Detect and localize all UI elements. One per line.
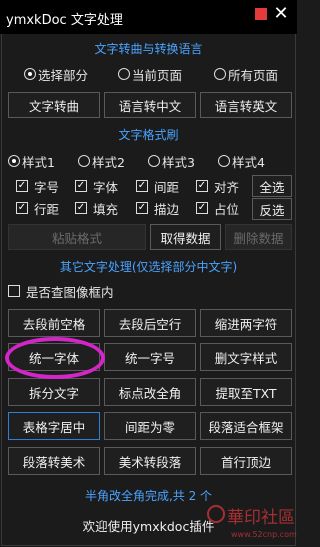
check-alignment[interactable]: ✓ 对齐: [196, 177, 239, 195]
punctuation-to-fullwidth-button[interactable]: 标点改全角: [104, 378, 196, 406]
radio-label: 样式1: [22, 154, 55, 170]
select-all-button[interactable]: 全选: [252, 175, 292, 197]
paragraph-to-artistic-button[interactable]: 段落转美术: [8, 447, 100, 475]
result-message: 半角改全角完成,共 2 个: [84, 489, 213, 503]
check-label: 行距: [34, 201, 60, 217]
radio-label: 所有页面: [228, 67, 279, 83]
radio-style-1[interactable]: 样式1: [8, 152, 55, 170]
check-placeholder[interactable]: ✓ 占位: [196, 199, 239, 217]
delete-text-style-button[interactable]: 删文字样式: [200, 343, 292, 371]
check-font-size[interactable]: ✓ 字号: [16, 177, 59, 195]
artistic-to-paragraph-button[interactable]: 美术转段落: [104, 447, 196, 475]
fit-paragraph-to-frame-button[interactable]: 段落适合框架: [200, 412, 292, 440]
section-translate-title: 文字转曲与转换语言: [94, 42, 203, 56]
check-fill[interactable]: ✓ 填充: [75, 199, 118, 217]
check-font-family[interactable]: ✓ 字体: [75, 177, 118, 195]
close-icon[interactable]: ✕: [271, 4, 291, 24]
pin-icon[interactable]: [255, 8, 267, 20]
unify-font-button[interactable]: 统一字体: [8, 343, 100, 371]
radio-label: 当前页面: [132, 67, 183, 83]
check-label: 是否查图像框内: [26, 284, 114, 300]
check-label: 字号: [34, 179, 60, 195]
checkbox-check-icon: ✓: [136, 180, 148, 192]
radio-label: 样式2: [92, 154, 125, 170]
invert-select-button[interactable]: 反选: [252, 198, 292, 220]
radio-dot-icon: [118, 68, 130, 80]
radio-style-4[interactable]: 样式4: [218, 152, 265, 170]
split-text-button[interactable]: 拆分文字: [8, 378, 100, 406]
zero-spacing-button[interactable]: 间距为零: [104, 412, 196, 440]
checkbox-check-icon: ✓: [196, 202, 208, 214]
checkbox-check-icon: ✓: [136, 202, 148, 214]
radio-label: 样式4: [232, 154, 265, 170]
check-image-frame[interactable]: 是否查图像框内: [8, 282, 114, 300]
watermark-seal-icon: [207, 505, 225, 523]
window-title: ymxkDoc 文字处理: [6, 13, 123, 28]
watermark-logo: 華印社區 www.52cnp.com: [205, 503, 297, 545]
extract-to-txt-button[interactable]: 提取至TXT: [200, 378, 292, 406]
watermark-text: 華印社區: [227, 508, 295, 528]
delete-data-button[interactable]: 删除数据: [225, 224, 292, 250]
checkbox-empty-icon: [8, 285, 20, 297]
title-bar: ymxkDoc 文字处理 ✕: [0, 0, 297, 34]
translate-to-english-button[interactable]: 语言转英文: [200, 92, 292, 118]
radio-style-3[interactable]: 样式3: [148, 152, 195, 170]
check-label: 间距: [154, 179, 180, 195]
radio-dot-icon: [148, 155, 160, 167]
radio-scope-selection[interactable]: 选择部分: [24, 65, 88, 83]
radio-scope-current-page[interactable]: 当前页面: [118, 65, 182, 83]
check-label: 字体: [93, 179, 119, 195]
check-spacing[interactable]: ✓ 间距: [136, 177, 179, 195]
remove-leading-space-button[interactable]: 去段前空格: [8, 309, 100, 337]
section-other-title: 其它文字处理(仅选择部分中文字): [59, 260, 238, 274]
check-label: 描边: [154, 201, 180, 217]
radio-dot-icon: [78, 155, 90, 167]
check-label: 填充: [93, 201, 119, 217]
checkbox-check-icon: ✓: [75, 202, 87, 214]
check-label: 占位: [214, 201, 240, 217]
radio-label: 样式3: [162, 154, 195, 170]
checkbox-check-icon: ✓: [16, 202, 28, 214]
check-label: 对齐: [214, 179, 240, 195]
unify-font-size-button[interactable]: 统一字号: [104, 343, 196, 371]
watermark-url: www.52cnp.com: [231, 530, 297, 539]
remove-trailing-blank-line-button[interactable]: 去段后空行: [104, 309, 196, 337]
radio-scope-all-pages[interactable]: 所有页面: [214, 65, 278, 83]
checkbox-check-icon: ✓: [196, 180, 208, 192]
check-line-spacing[interactable]: ✓ 行距: [16, 199, 59, 217]
checkbox-check-icon: ✓: [75, 180, 87, 192]
first-line-top-button[interactable]: 首行顶边: [200, 447, 292, 475]
checkbox-check-icon: ✓: [16, 180, 28, 192]
paste-format-button[interactable]: 粘贴格式: [8, 224, 146, 250]
check-outline[interactable]: ✓ 描边: [136, 199, 179, 217]
center-table-text-button[interactable]: 表格字居中: [8, 412, 100, 440]
radio-label: 选择部分: [38, 67, 89, 83]
translate-to-chinese-button[interactable]: 语言转中文: [104, 92, 196, 118]
section-format-brush-title: 文字格式刷: [118, 128, 179, 142]
indent-two-chars-button[interactable]: 缩进两字符: [200, 309, 292, 337]
radio-dot-icon: [218, 155, 230, 167]
get-data-button[interactable]: 取得数据: [150, 224, 221, 250]
radio-dot-icon: [214, 68, 226, 80]
radio-dot-icon: [24, 68, 36, 80]
radio-dot-icon: [8, 155, 20, 167]
radio-style-2[interactable]: 样式2: [78, 152, 125, 170]
convert-to-curves-button[interactable]: 文字转曲: [8, 92, 100, 118]
